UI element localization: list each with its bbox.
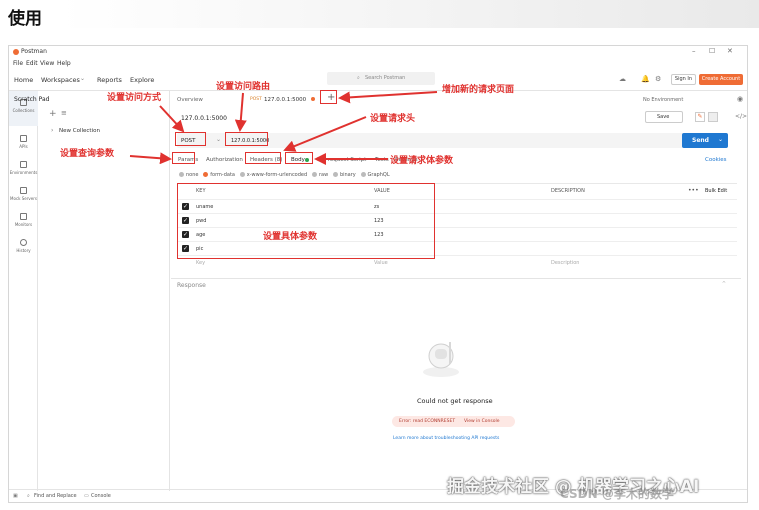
arrow-query bbox=[129, 152, 172, 165]
annotation-route: 设置访问路由 bbox=[216, 82, 271, 92]
arrow-method bbox=[159, 105, 185, 133]
arrow-route bbox=[234, 92, 247, 132]
annotation-body-data: 设置具体参数 bbox=[263, 232, 318, 242]
annotation-query: 设置查询参数 bbox=[60, 149, 115, 159]
watermark-csdn: CSDN @李木的数学 bbox=[560, 487, 674, 501]
annotation-arrows bbox=[129, 91, 438, 165]
annotation-headers: 设置请求头 bbox=[370, 114, 416, 124]
arrow-headers bbox=[283, 116, 367, 152]
annotation-method: 设置访问方式 bbox=[107, 93, 162, 103]
annotation-new-page: 增加新的请求页面 bbox=[442, 85, 515, 95]
annotation-body-params: 设置请求体参数 bbox=[390, 156, 454, 166]
arrow-new-page bbox=[338, 91, 438, 104]
